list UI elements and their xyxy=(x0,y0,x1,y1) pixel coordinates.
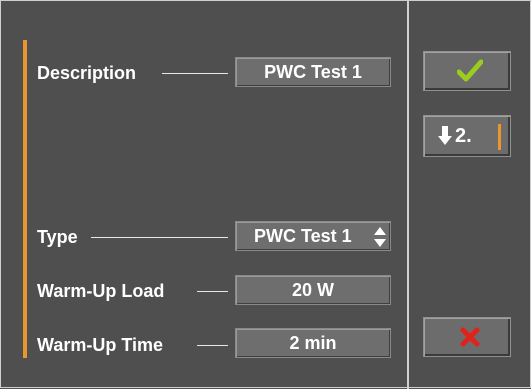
arrow-down-icon xyxy=(438,126,452,145)
type-select[interactable]: PWC Test 1 xyxy=(235,221,391,251)
cancel-button[interactable] xyxy=(423,317,511,357)
next-step-accent xyxy=(498,124,501,150)
warmup-time-leader-line xyxy=(197,345,228,346)
settings-window: Description PWC Test 1 Type PWC Test 1 W… xyxy=(0,0,531,389)
warmup-load-leader-line xyxy=(197,291,228,292)
panel-divider xyxy=(407,1,409,389)
type-leader-line xyxy=(91,237,228,238)
warmup-load-label: Warm-Up Load xyxy=(37,281,165,301)
spinner-arrows-icon xyxy=(374,227,386,247)
next-step-button[interactable]: 2. xyxy=(423,115,511,157)
x-icon xyxy=(460,327,480,347)
confirm-button[interactable] xyxy=(423,51,511,91)
description-leader-line xyxy=(162,73,228,74)
warmup-time-field[interactable]: 2 min xyxy=(235,328,391,358)
type-select-value: PWC Test 1 xyxy=(254,226,352,246)
checkmark-icon xyxy=(457,59,483,82)
description-field[interactable]: PWC Test 1 xyxy=(235,57,391,87)
type-label: Type xyxy=(37,227,78,247)
next-step-label: 2. xyxy=(455,125,472,147)
section-accent-bar xyxy=(23,40,27,358)
description-label: Description xyxy=(37,63,137,83)
warmup-time-label: Warm-Up Time xyxy=(37,335,164,355)
warmup-load-field[interactable]: 20 W xyxy=(235,275,391,305)
